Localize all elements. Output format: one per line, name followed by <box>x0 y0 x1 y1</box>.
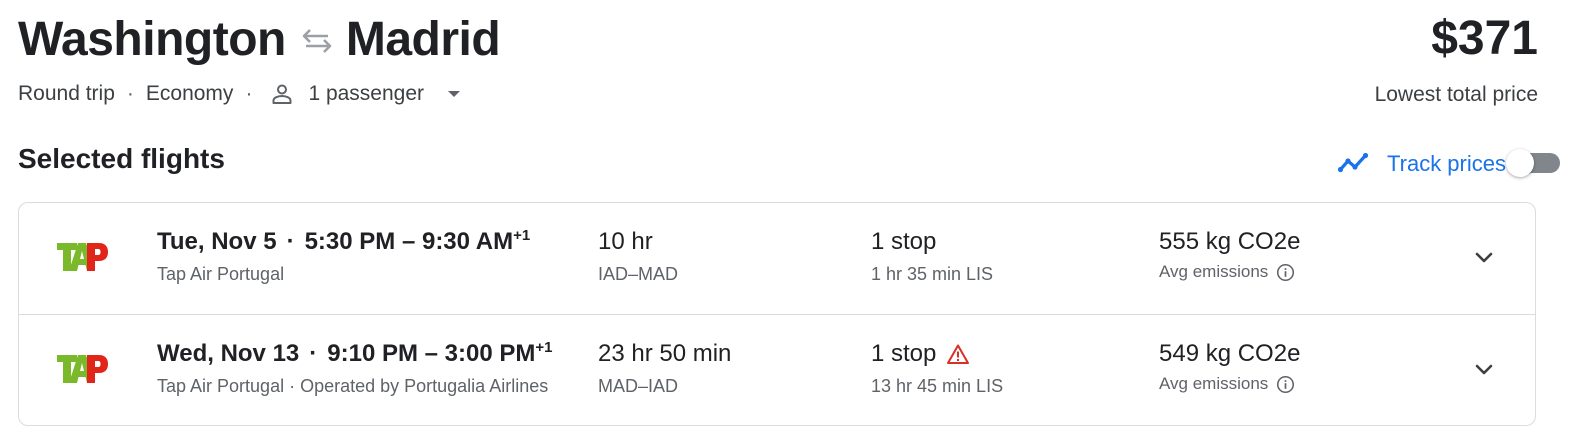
tap-logo <box>55 239 111 275</box>
layover-info: 13 hr 45 min LIS <box>871 376 1004 396</box>
airline-name: Tap Air Portugal · Operated by Portugali… <box>157 376 549 396</box>
route-title: Washington Madrid <box>18 10 501 68</box>
selected-flights-list: Tue, Nov 5 · 5:30 PM – 9:30 AM+1 Tap Air P… <box>18 202 1536 426</box>
departure-time: 9:10 PM <box>327 340 418 367</box>
trip-type: Round trip <box>18 82 115 105</box>
emissions-label: Avg emissions <box>1159 374 1295 394</box>
passenger-count: 1 passenger <box>308 82 425 105</box>
info-icon[interactable] <box>1276 375 1295 394</box>
info-icon[interactable] <box>1276 263 1295 282</box>
person-icon <box>270 82 294 106</box>
destination-city: Madrid <box>345 12 501 66</box>
flight-times: Tue, Nov 5 · 5:30 PM – 9:30 AM+1 <box>157 227 531 255</box>
flight-date: Wed, Nov 13 <box>157 340 300 367</box>
flight-duration: 10 hr <box>598 228 653 255</box>
caret-down-icon[interactable] <box>446 89 462 99</box>
price-caption: Lowest total price <box>1374 83 1538 106</box>
separator-dot: · <box>245 82 253 105</box>
co2-emissions: 555 kg CO2e <box>1159 228 1301 255</box>
arrival-time: 9:30 AM <box>421 228 514 255</box>
track-prices-label[interactable]: Track prices <box>1387 151 1506 177</box>
flight-duration: 23 hr 50 min <box>598 340 732 367</box>
arrival-time: 3:00 PM <box>444 340 536 367</box>
separator-dot: · <box>286 228 295 255</box>
origin-city: Washington <box>18 12 286 66</box>
toggle-knob[interactable] <box>1506 149 1534 177</box>
airport-codes: IAD–MAD <box>598 264 679 284</box>
operated-by: · Operated by Portugalia Airlines <box>284 376 549 396</box>
departure-time: 5:30 PM <box>304 228 396 255</box>
lowest-price: $371 <box>1431 12 1538 65</box>
co2-emissions: 549 kg CO2e <box>1159 340 1301 367</box>
flight-row-return[interactable]: Wed, Nov 13 · 9:10 PM – 3:00 PM+1 Tap Air … <box>19 315 1535 426</box>
trip-header: Washington Madrid $371 Round trip · Econ… <box>18 10 1538 120</box>
stop-count: 1 stop <box>871 340 970 368</box>
tap-logo <box>55 351 111 387</box>
emissions-label: Avg emissions <box>1159 262 1295 282</box>
separator-dot: · <box>309 340 318 367</box>
day-offset: +1 <box>513 227 531 244</box>
chevron-down-icon[interactable] <box>1469 355 1499 385</box>
day-offset: +1 <box>535 339 553 356</box>
stop-count: 1 stop <box>871 228 937 255</box>
swap-arrows-icon[interactable] <box>294 28 340 54</box>
selected-flights-heading: Selected flights <box>18 143 225 174</box>
flight-date: Tue, Nov 5 <box>157 228 277 255</box>
layover-info: 1 hr 35 min LIS <box>871 264 994 284</box>
flight-row-outbound[interactable]: Tue, Nov 5 · 5:30 PM – 9:30 AM+1 Tap Air P… <box>19 203 1535 315</box>
separator-dot: · <box>126 82 134 105</box>
cabin-class: Economy <box>145 82 234 105</box>
trip-options[interactable]: Round trip · Economy · 1 passenger <box>18 82 462 106</box>
warning-triangle-icon[interactable] <box>946 343 970 365</box>
airport-codes: MAD–IAD <box>598 376 679 396</box>
trending-line-icon <box>1337 150 1373 179</box>
airline-name: Tap Air Portugal <box>157 264 285 284</box>
flight-times: Wed, Nov 13 · 9:10 PM – 3:00 PM+1 <box>157 339 553 367</box>
chevron-down-icon[interactable] <box>1469 243 1499 273</box>
